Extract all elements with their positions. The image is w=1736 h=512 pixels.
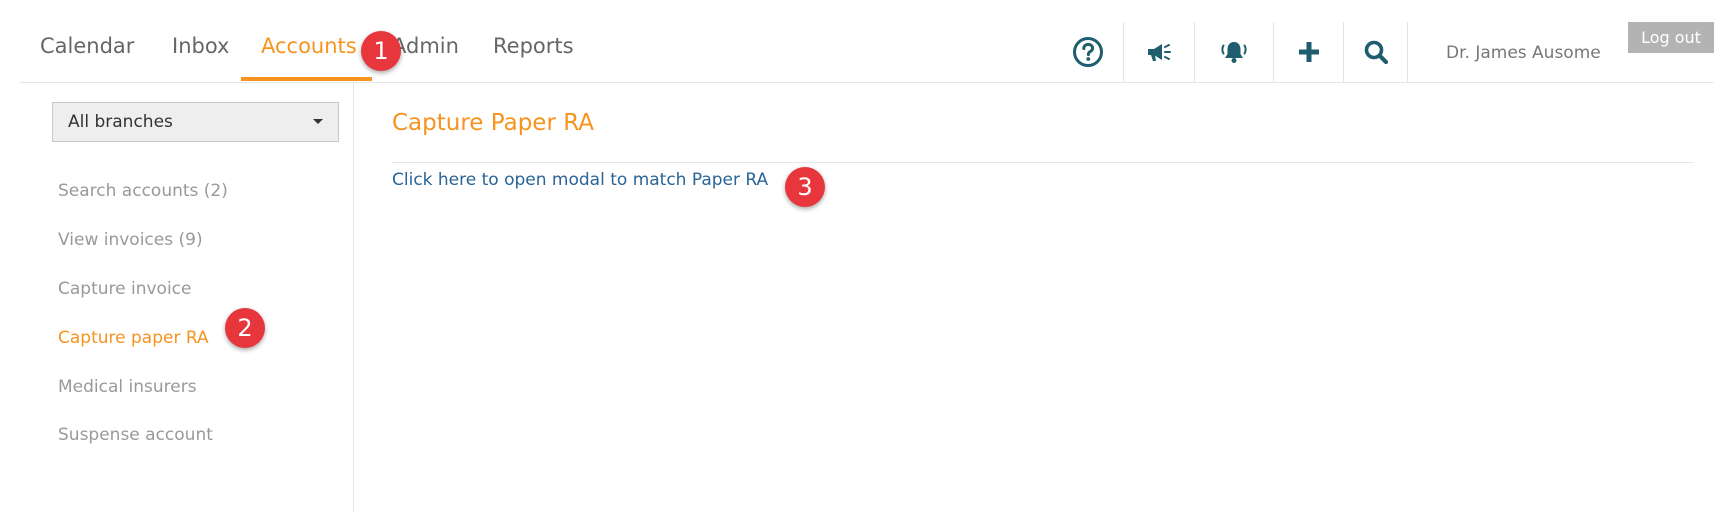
megaphone-icon <box>1148 44 1171 61</box>
callout-badge: 3 <box>785 167 825 207</box>
notifications-button[interactable] <box>1195 22 1273 82</box>
announcements-button[interactable] <box>1124 22 1194 82</box>
sidebar-item-view-invoices[interactable]: View invoices (9) <box>58 230 203 250</box>
add-button[interactable] <box>1274 22 1343 82</box>
callout-badge: 2 <box>225 308 265 348</box>
search-button[interactable] <box>1344 22 1407 82</box>
branch-select[interactable]: All branches <box>52 102 339 142</box>
plus-icon <box>1298 42 1319 62</box>
tab-reports[interactable]: Reports <box>493 0 574 82</box>
search-icon <box>1364 40 1388 65</box>
sidebar-item-capture-paper-ra[interactable]: Capture paper RA <box>58 328 209 348</box>
tab-accounts[interactable]: Accounts <box>261 0 357 82</box>
help-icon <box>1073 37 1103 67</box>
open-match-modal-link[interactable]: Click here to open modal to match Paper … <box>392 170 768 190</box>
tab-admin[interactable]: Admin <box>392 0 459 82</box>
app-page: Calendar Inbox Accounts Admin Reports Dr… <box>0 0 1736 512</box>
callout-badge: 1 <box>361 31 401 71</box>
top-navigation-bar: Calendar Inbox Accounts Admin Reports Dr… <box>20 0 1714 83</box>
icon-divider <box>1407 22 1408 82</box>
user-name[interactable]: Dr. James Ausome <box>1446 43 1601 63</box>
title-divider <box>392 162 1694 163</box>
logout-button[interactable]: Log out <box>1628 22 1714 53</box>
caret-down-icon <box>313 119 323 124</box>
sidebar-item-medical-insurers[interactable]: Medical insurers <box>58 377 197 397</box>
sidebar-item-suspense-account[interactable]: Suspense account <box>58 425 213 445</box>
bell-icon <box>1221 42 1247 63</box>
active-tab-indicator <box>241 77 372 81</box>
help-button[interactable] <box>1056 22 1120 82</box>
page-title: Capture Paper RA <box>392 110 594 136</box>
sidebar-item-capture-invoice[interactable]: Capture invoice <box>58 279 192 299</box>
sidebar: All branches Search accounts (2) View in… <box>20 83 354 512</box>
branch-select-value: All branches <box>68 112 173 132</box>
tab-inbox[interactable]: Inbox <box>172 0 229 82</box>
sidebar-item-search-accounts[interactable]: Search accounts (2) <box>58 181 228 201</box>
tab-calendar[interactable]: Calendar <box>40 0 134 82</box>
